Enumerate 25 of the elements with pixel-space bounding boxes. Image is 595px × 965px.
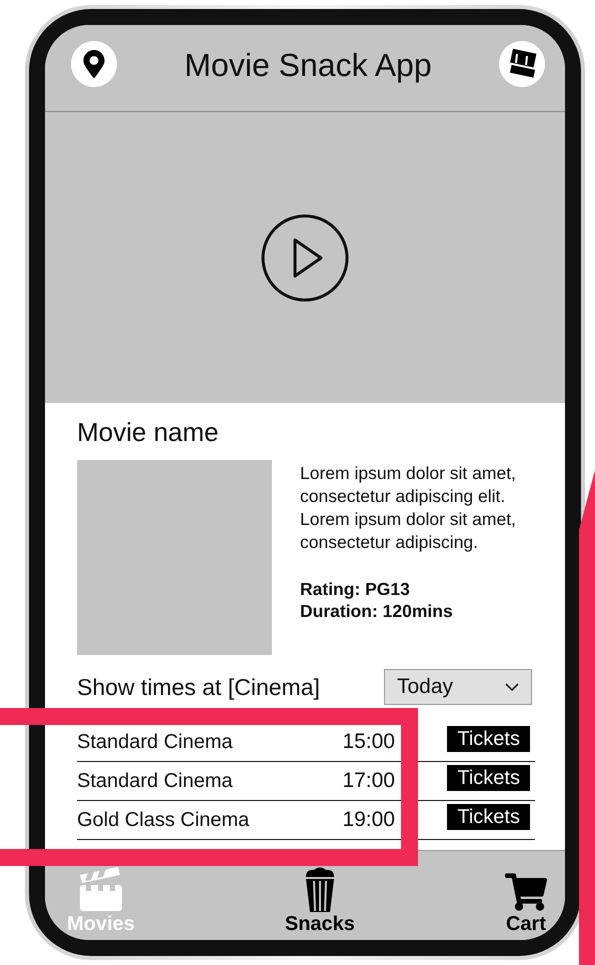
movie-rating: Rating: PG13 (300, 578, 411, 600)
movie-description: Lorem ipsum dolor sit amet, consectetur adipiscing elit. Lorem ipsum dolor sit amet, consectetur adipiscing. (300, 462, 517, 554)
tickets-icon-button[interactable] (499, 41, 545, 87)
clapperboard-icon (78, 867, 124, 913)
showtimes-heading: Show times at [Cinema] (77, 674, 320, 700)
tickets-button[interactable]: Tickets (447, 765, 530, 791)
cinema-name: Gold Class Cinema (77, 808, 250, 832)
tickets-button[interactable]: Tickets (447, 804, 530, 830)
show-time: 17:00 (341, 769, 395, 793)
movie-duration: Duration: 120mins (300, 600, 454, 622)
show-time: 15:00 (341, 730, 395, 754)
tickets-button[interactable]: Tickets (447, 726, 530, 752)
app-title: Movie Snack App (184, 46, 432, 84)
cinema-name: Standard Cinema (77, 770, 234, 792)
day-dropdown[interactable]: Today (384, 669, 532, 705)
show-time: 19:00 (341, 808, 395, 832)
chevron-down-icon (505, 683, 519, 691)
play-button[interactable] (261, 214, 349, 302)
location-button[interactable] (71, 41, 117, 87)
nav-tab[interactable]: Cart (505, 871, 547, 936)
popcorn-icon (304, 867, 336, 913)
movie-name: Movie name (77, 417, 220, 448)
cart-icon (505, 871, 547, 913)
nav-tab[interactable]: Snacks (284, 867, 355, 936)
cinema-name: Standard Cinema (77, 730, 234, 754)
